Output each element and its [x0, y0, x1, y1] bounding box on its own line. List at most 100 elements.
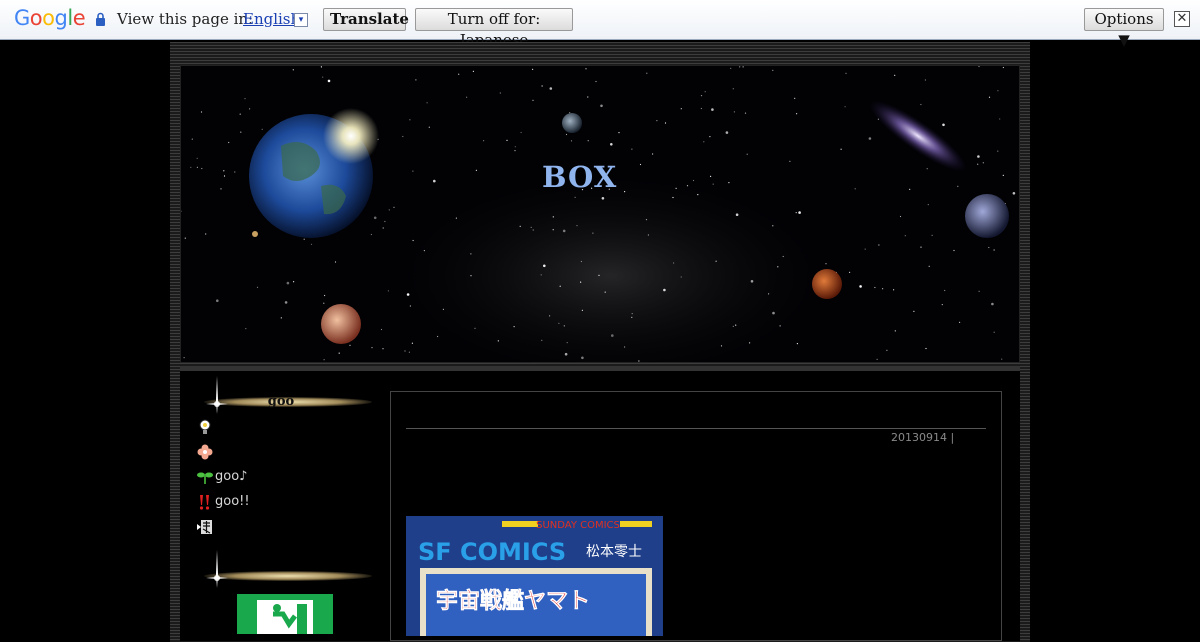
- star-dot: [663, 288, 666, 292]
- star-dot: [564, 352, 568, 356]
- sidebar-item[interactable]: [197, 439, 250, 464]
- exclamation-icon: [199, 494, 210, 510]
- cover-title: 宇宙戦艦ヤマト: [436, 588, 590, 614]
- star-dot: [993, 331, 995, 333]
- translate-button[interactable]: Translate: [323, 8, 409, 31]
- star-dot: [239, 113, 241, 115]
- star-dot: [924, 79, 927, 81]
- sidebar-item[interactable]: goo♪: [197, 464, 250, 489]
- star-dot: [709, 136, 711, 138]
- star-dot: [672, 196, 674, 199]
- star-dot: [558, 322, 560, 324]
- star-dot: [499, 92, 501, 94]
- star-dot: [725, 131, 729, 134]
- star-dot: [876, 358, 878, 360]
- star-dot: [393, 206, 395, 208]
- star-dot: [777, 266, 779, 268]
- star-dot: [796, 343, 799, 345]
- star-dot: [844, 106, 846, 108]
- star-dot: [520, 131, 522, 134]
- close-icon[interactable]: ✕: [1174, 11, 1190, 27]
- star-dot: [569, 112, 571, 114]
- sidebar-item-label: goo♪: [215, 469, 248, 484]
- star-dot: [293, 281, 295, 283]
- star-dot: [772, 311, 775, 315]
- star-dot: [292, 69, 294, 71]
- star-dot: [825, 263, 827, 265]
- options-button[interactable]: Options ▼: [1084, 8, 1164, 49]
- star-dot: [411, 342, 413, 344]
- exit-sign-banner[interactable]: [237, 594, 333, 640]
- star-dot: [240, 131, 242, 133]
- star-dot: [942, 123, 945, 127]
- star-dot: [470, 253, 472, 255]
- star-dot: [466, 96, 468, 98]
- star-dot: [570, 140, 573, 142]
- sidebar-item[interactable]: goo!!: [197, 489, 250, 514]
- star-dot: [645, 219, 648, 221]
- star-dot: [592, 232, 594, 234]
- article-date: 20130914 |: [891, 431, 955, 444]
- star-dot: [739, 66, 741, 68]
- star-dot: [408, 351, 410, 353]
- site-title[interactable]: BOX: [542, 160, 617, 194]
- cover-art: SUNDAY COMICS SF COMICS 松本零士 宇宙戦艦ヤマト: [406, 516, 663, 636]
- star-dot: [552, 216, 554, 218]
- star-dot: [540, 274, 542, 276]
- star-dot: [370, 233, 372, 236]
- star-dot: [656, 120, 658, 122]
- star-dot: [1012, 192, 1016, 195]
- star-dot: [710, 175, 712, 177]
- star-dot: [624, 346, 626, 348]
- star-dot: [598, 274, 600, 276]
- star-dot: [639, 163, 642, 166]
- star-dot: [380, 328, 383, 331]
- star-dot: [581, 356, 584, 360]
- star-dot: [894, 74, 896, 76]
- star-dot: [730, 67, 732, 69]
- sidebar-item[interactable]: [197, 414, 250, 439]
- manga-cover-image[interactable]: SUNDAY COMICS SF COMICS 松本零士 宇宙戦艦ヤマト: [406, 516, 663, 636]
- star-dot: [483, 140, 485, 142]
- star-dot: [566, 342, 568, 344]
- star-dot: [720, 345, 723, 347]
- star-dot: [196, 157, 198, 159]
- flower-icon: [197, 444, 213, 459]
- star-dot: [574, 196, 576, 198]
- star-dot: [631, 316, 633, 318]
- star-dot: [201, 167, 203, 170]
- star-dot: [920, 103, 922, 106]
- star-dot: [646, 72, 648, 74]
- language-dropdown-icon[interactable]: ▾: [294, 13, 308, 27]
- star-dot: [580, 260, 582, 263]
- cover-author: 松本零士: [586, 544, 642, 560]
- star-dot: [988, 246, 990, 249]
- star-dot: [349, 344, 351, 346]
- star-dot: [183, 357, 185, 359]
- star-dot: [957, 185, 959, 187]
- star-dot: [978, 290, 980, 292]
- star-dot: [428, 126, 430, 128]
- turn-off-button[interactable]: Turn off for: Japanese: [415, 8, 573, 49]
- star-dot: [532, 99, 534, 101]
- star-dot: [581, 309, 583, 311]
- star-dot: [991, 302, 994, 306]
- star-dot: [327, 79, 331, 83]
- star-dot: [711, 108, 714, 111]
- star-dot: [223, 170, 225, 172]
- star-dot: [744, 112, 747, 114]
- language-link[interactable]: English: [243, 10, 300, 28]
- star-dot: [894, 330, 896, 332]
- star-dot: [941, 304, 943, 306]
- star-dot: [549, 315, 551, 317]
- star-dot: [472, 70, 474, 72]
- sidebar-item[interactable]: [197, 514, 250, 539]
- star-dot: [925, 347, 927, 350]
- star-dot: [931, 234, 933, 236]
- star-dot: [703, 141, 705, 143]
- star-dot: [595, 80, 597, 83]
- star-dot: [322, 76, 324, 78]
- star-dot: [768, 293, 770, 295]
- star-dot: [223, 175, 226, 177]
- star-dot: [673, 262, 675, 264]
